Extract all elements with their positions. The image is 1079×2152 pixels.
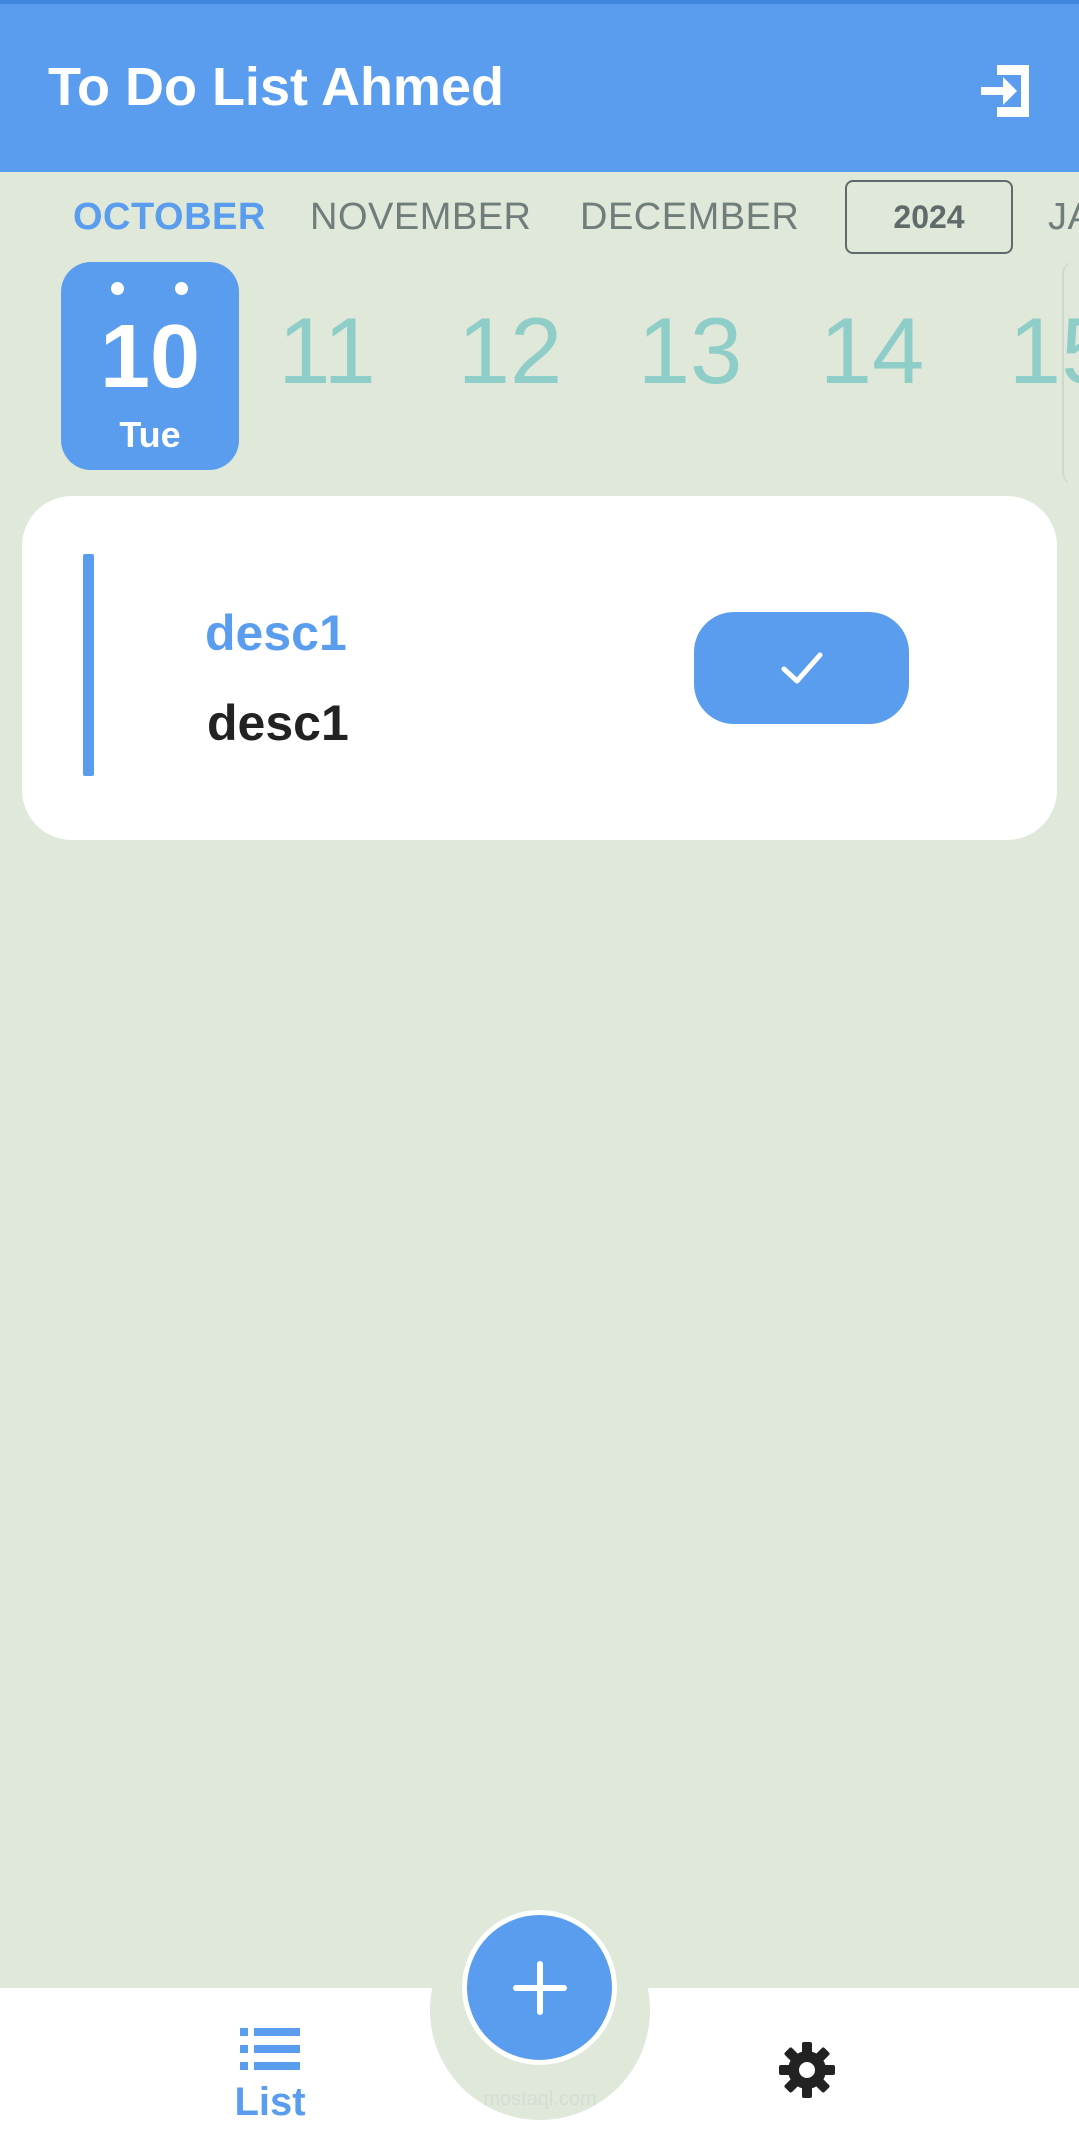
nav-list-tab[interactable]: List [210, 2020, 330, 2140]
day-number: 14 [819, 298, 925, 403]
month-november[interactable]: NOVEMBER [310, 196, 531, 239]
nav-list-label: List [234, 2080, 306, 2124]
task-accent-bar [83, 554, 94, 776]
app-title: To Do List Ahmed [48, 57, 504, 117]
day-10[interactable]: 10 Tue [61, 262, 239, 470]
list-icon [240, 2028, 300, 2070]
gear-icon [779, 2042, 835, 2098]
day-11[interactable]: 11 [238, 262, 416, 470]
event-dots [61, 282, 239, 298]
task-title: desc1 [205, 605, 347, 661]
watermark: mostaql.com [483, 2088, 597, 2110]
day-of-week: Tue [119, 414, 181, 455]
day-number: 12 [457, 298, 563, 403]
day-12[interactable]: 12 [421, 262, 599, 470]
logout-button[interactable] [975, 59, 1039, 123]
day-number: 10 [99, 307, 201, 407]
year-selector[interactable]: 2024 [845, 180, 1013, 254]
nav-settings-tab[interactable] [775, 2038, 839, 2102]
plus-icon [512, 1960, 567, 2015]
month-october[interactable]: OCTOBER [73, 196, 266, 239]
check-icon [781, 652, 822, 684]
task-description: desc1 [207, 695, 349, 751]
mark-done-button[interactable] [694, 612, 909, 724]
day-strip-edge [1062, 262, 1079, 482]
day-13[interactable]: 13 [601, 262, 779, 470]
logout-icon [981, 65, 1029, 117]
month-december[interactable]: DECEMBER [580, 196, 799, 239]
app-bar: To Do List Ahmed [0, 0, 1079, 172]
task-card[interactable]: desc1 desc1 [22, 496, 1057, 840]
month-selector: OCTOBER NOVEMBER DECEMBER 2024 JA [0, 172, 1079, 264]
day-14[interactable]: 14 [783, 262, 961, 470]
month-january-partial[interactable]: JA [1048, 196, 1079, 239]
day-number: 11 [278, 298, 376, 403]
day-strip: 10 Tue 11 12 13 14 15 [0, 262, 1079, 482]
day-number: 13 [637, 298, 743, 403]
add-task-button[interactable] [462, 1910, 617, 2065]
